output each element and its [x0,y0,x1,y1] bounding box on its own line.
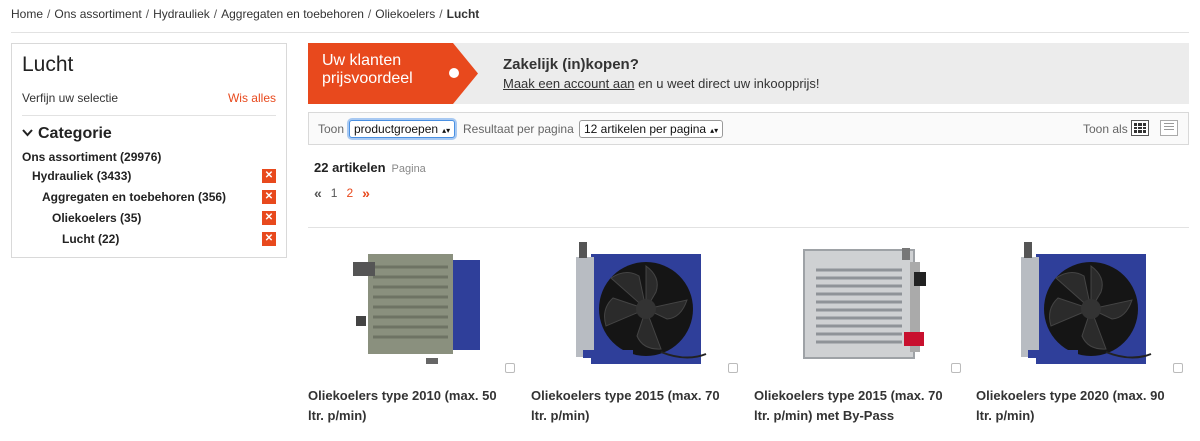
product-name[interactable]: Oliekoelers type 2015 (max. 70 ltr. p/mi… [531,386,746,426]
oil-cooler-gray-image [353,254,480,364]
price-advantage-badge: Uw klanten prijsvoordeel [308,43,478,104]
view-as-label: Toon als [1083,122,1128,136]
breadcrumb: Home / Ons assortiment / Hydrauliek / Aggregat… [11,7,479,21]
per-page-select[interactable]: 12 artikelen per pagina ▴▾ [579,120,724,138]
breadcrumb-hydrauliek[interactable]: Hydrauliek [153,7,210,21]
product-card[interactable]: Oliekoelers type 2015 (max. 70 ltr. p/mi… [754,232,969,432]
list-view-icon[interactable] [1160,120,1178,136]
pagination: « 1 2 » [314,185,370,201]
prev-page-icon[interactable]: « [314,185,322,201]
show-label: Toon [318,122,345,136]
per-page-select-value: 12 artikelen per pagina [584,122,707,136]
product-name-line: ltr. p/min) [308,408,367,423]
sidebar-title: Lucht [22,53,74,76]
divider [22,115,276,116]
breadcrumb-assortiment[interactable]: Ons assortiment [54,7,141,21]
refine-label: Verfijn uw selectie [22,91,119,105]
create-account-link[interactable]: Maak een account aan [503,76,635,91]
category-label: Lucht (22) [62,232,120,246]
product-name-line: Oliekoelers type 2015 (max. 70 [531,388,720,403]
oil-cooler-fan-image [576,242,707,364]
category-list: Ons assortiment (29976) Hydrauliek (3433… [22,150,276,253]
product-name-line: Oliekoelers type 2010 (max. 50 [308,388,497,403]
remove-filter-icon[interactable]: ✕ [262,169,276,183]
page-link[interactable]: 2 [346,186,353,200]
breadcrumb-oliekoelers[interactable]: Oliekoelers [375,7,435,21]
breadcrumb-separator: / [439,7,443,21]
breadcrumb-separator: / [367,7,372,21]
product-card[interactable]: Oliekoelers type 2020 (max. 90 ltr. p/mi… [976,232,1191,432]
breadcrumb-aggregaten[interactable]: Aggregaten en toebehoren [221,7,364,21]
category-label: Ons assortiment (29976) [22,150,162,164]
oil-cooler-bypass-image [803,248,926,359]
badge-line: prijsvoordeel [322,70,413,87]
category-item[interactable]: Lucht (22) ✕ [22,232,276,253]
remove-filter-icon[interactable]: ✕ [262,211,276,225]
grid-view-icon[interactable] [1131,120,1149,136]
compare-checkbox[interactable] [1173,363,1183,373]
product-name-line: ltr. p/min) [531,408,590,423]
select-arrow-icon: ▴▾ [442,126,451,135]
badge-text: Uw klanten prijsvoordeel [322,52,413,88]
page-link[interactable]: 1 [331,186,338,200]
banner-heading: Zakelijk (in)kopen? [503,56,639,73]
product-name-line: Oliekoelers type 2015 (max. 70 [754,388,943,403]
badge-line: Uw klanten [322,52,402,69]
category-label: Hydrauliek (3433) [32,169,132,183]
oil-cooler-fan-image [1021,242,1152,364]
product-card[interactable]: Oliekoelers type 2010 (max. 50 ltr. p/mi… [308,232,523,432]
product-card[interactable]: Oliekoelers type 2015 (max. 70 ltr. p/mi… [531,232,746,432]
show-select-value: productgroepen [354,122,439,136]
remove-filter-icon[interactable]: ✕ [262,232,276,246]
per-page-label: Resultaat per pagina [463,122,574,136]
category-item[interactable]: Oliekoelers (35) ✕ [22,211,276,232]
category-heading: Categorie [38,125,112,142]
filter-sidebar: Lucht Verfijn uw selectie Wis alles Cate… [11,43,287,258]
show-select[interactable]: productgroepen ▴▾ [349,120,456,138]
breadcrumb-separator: / [213,7,218,21]
product-name[interactable]: Oliekoelers type 2020 (max. 90 ltr. p/mi… [976,386,1191,426]
breadcrumb-separator: / [145,7,150,21]
divider [308,227,1189,228]
product-name[interactable]: Oliekoelers type 2010 (max. 50 ltr. p/mi… [308,386,523,426]
result-count: 22 artikelen Pagina [314,160,426,175]
chevron-down-icon [22,128,33,140]
promo-banner: Uw klanten prijsvoordeel Zakelijk (in)ko… [308,43,1189,104]
compare-checkbox[interactable] [728,363,738,373]
product-name-line: Oliekoelers type 2020 (max. 90 [976,388,1165,403]
category-item[interactable]: Aggregaten en toebehoren (356) ✕ [22,190,276,211]
breadcrumb-home[interactable]: Home [11,7,43,21]
breadcrumb-current: Lucht [446,7,480,21]
results-toolbar: Toon productgroepen ▴▾ Resultaat per pagi… [308,112,1189,145]
category-toggle[interactable]: Categorie [22,125,276,143]
page-label: Pagina [391,163,426,175]
compare-checkbox[interactable] [505,363,515,373]
product-name[interactable]: Oliekoelers type 2015 (max. 70 ltr. p/mi… [754,386,969,426]
next-page-icon[interactable]: » [362,185,370,201]
compare-checkbox[interactable] [951,363,961,373]
category-item[interactable]: Ons assortiment (29976) [22,150,276,169]
category-label: Aggregaten en toebehoren (356) [42,190,227,204]
product-name-line: ltr. p/min) met By-Pass [754,408,895,423]
banner-subtext: Maak een account aan en u weet direct uw… [503,76,820,91]
remove-filter-icon[interactable]: ✕ [262,190,276,204]
breadcrumb-separator: / [47,7,51,21]
product-name-line: ltr. p/min) [976,408,1035,423]
banner-rest-text: en u weet direct uw inkoopprijs! [634,76,820,91]
category-label: Oliekoelers (35) [52,211,142,225]
category-item[interactable]: Hydrauliek (3433) ✕ [22,169,276,190]
result-count-label: 22 artikelen [314,160,386,175]
clear-all-link[interactable]: Wis alles [228,91,276,105]
divider [11,32,1189,33]
select-arrow-icon: ▴▾ [710,126,719,135]
dot-icon [449,68,459,78]
